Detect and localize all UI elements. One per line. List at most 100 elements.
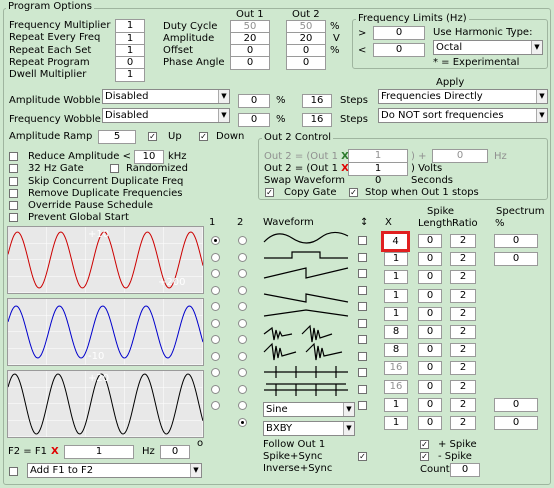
out2-wave-radio[interactable] <box>238 318 247 328</box>
out2-wave-radio[interactable] <box>238 417 247 427</box>
minus-spike-checkbox[interactable]: ✓ <box>420 452 429 461</box>
spike-length-field[interactable]: 0 <box>418 306 442 321</box>
out2-wave-radio[interactable] <box>238 285 247 295</box>
f2-hz-field[interactable]: 0 <box>160 445 190 459</box>
spike-length-field[interactable]: 0 <box>418 325 442 339</box>
x-multiplier-field[interactable]: 1 <box>384 270 408 285</box>
spike-length-field[interactable]: 0 <box>418 379 442 394</box>
gate32-checkbox[interactable] <box>9 164 18 173</box>
out1-wave-radio[interactable] <box>211 384 220 394</box>
apply-select-1[interactable]: Frequencies Directly ▼ <box>378 89 548 104</box>
spectrum-pct-field[interactable]: 0 <box>494 416 538 430</box>
spike-ratio-field[interactable]: 2 <box>450 234 476 248</box>
limit-high-field[interactable]: 0 <box>373 26 425 40</box>
spike-ratio-field[interactable]: 2 <box>450 306 476 321</box>
count-field[interactable]: 0 <box>450 463 480 477</box>
spectrum-pct-field[interactable]: 0 <box>494 397 538 412</box>
x-multiplier-field[interactable]: 1 <box>384 306 408 321</box>
x-multiplier-field[interactable]: 8 <box>384 343 408 358</box>
amp-wobble-steps-field[interactable]: 16 <box>302 94 332 108</box>
override-checkbox[interactable] <box>9 201 18 210</box>
spectrum-pct-field[interactable]: 0 <box>494 252 538 267</box>
wave-select-1[interactable]: Sine ▼ <box>263 402 355 417</box>
phase-out2-field[interactable]: 0 <box>286 56 326 70</box>
out2-mult-field[interactable]: 1 <box>348 162 408 176</box>
out1-wave-radio[interactable] <box>211 318 220 328</box>
amp-wobble-pct-field[interactable]: 0 <box>238 94 270 108</box>
spectrum-pct-field[interactable]: 0 <box>494 234 538 248</box>
out2-wave-radio[interactable] <box>238 236 247 245</box>
x-multiplier-field[interactable]: 1 <box>384 416 408 430</box>
freq-wobble-pct-field[interactable]: 0 <box>238 113 270 127</box>
out1-wave-radio[interactable] <box>211 351 220 361</box>
out1-wave-radio[interactable] <box>211 335 220 344</box>
prevent-checkbox[interactable] <box>9 213 18 222</box>
up-checkbox[interactable]: ✓ <box>148 132 157 141</box>
x-multiplier-field[interactable]: 1 <box>384 397 408 412</box>
invert-checkbox[interactable] <box>358 236 367 245</box>
spike-ratio-field[interactable]: 2 <box>450 325 476 339</box>
limit-low-field[interactable]: 0 <box>373 43 425 57</box>
out1-wave-radio[interactable] <box>211 368 220 377</box>
x-multiplier-field[interactable]: 8 <box>384 325 408 339</box>
spike-ratio-field[interactable]: 2 <box>450 397 476 412</box>
invert-checkbox[interactable] <box>358 318 367 328</box>
freq-mult-field[interactable]: 1 <box>115 19 145 33</box>
invert-checkbox[interactable] <box>358 302 367 311</box>
phase-out1-field[interactable]: 0 <box>230 56 270 70</box>
copy-gate-checkbox[interactable]: ✓ <box>265 188 274 197</box>
spike-length-field[interactable]: 0 <box>418 252 442 267</box>
spike-ratio-field[interactable]: 2 <box>450 361 476 376</box>
freq-wobble-select[interactable]: Disabled ▼ <box>102 108 230 123</box>
wave-select-2[interactable]: BXBY ▼ <box>263 421 355 436</box>
out1-wave-radio[interactable] <box>211 302 220 311</box>
spike-ratio-field[interactable]: 2 <box>450 270 476 285</box>
out2-plus-hz-field[interactable]: 0 <box>432 149 488 163</box>
invert-checkbox[interactable] <box>358 368 367 377</box>
invert-checkbox[interactable] <box>358 335 367 344</box>
out2-wave-radio[interactable] <box>238 269 247 278</box>
spike-length-field[interactable]: 0 <box>418 270 442 285</box>
spike-ratio-field[interactable]: 2 <box>450 288 476 303</box>
invert-checkbox[interactable] <box>358 285 367 295</box>
out2-wave-radio[interactable] <box>238 302 247 311</box>
out1-wave-radio[interactable] <box>211 252 220 262</box>
reduce-khz-field[interactable]: 10 <box>134 150 164 164</box>
out1-wave-radio[interactable] <box>211 401 220 410</box>
spike-length-field[interactable]: 0 <box>418 234 442 248</box>
invert-checkbox[interactable] <box>358 269 367 278</box>
dwell-field[interactable]: 1 <box>115 68 145 82</box>
invert-checkbox[interactable] <box>358 384 367 394</box>
invert-checkbox[interactable] <box>358 401 367 410</box>
spike-length-field[interactable]: 0 <box>418 397 442 412</box>
randomized-checkbox[interactable] <box>110 164 119 173</box>
add-f1-select[interactable]: Add F1 to F2 ▼ <box>27 463 202 478</box>
spike-length-field[interactable]: 0 <box>418 288 442 303</box>
invert-checkbox[interactable] <box>358 252 367 262</box>
spike-ratio-field[interactable]: 2 <box>450 343 476 358</box>
remove-dup-checkbox[interactable] <box>9 189 18 198</box>
skip-dup-checkbox[interactable] <box>9 177 18 186</box>
spike-length-field[interactable]: 0 <box>418 361 442 376</box>
out2-wave-radio[interactable] <box>238 401 247 410</box>
spike-length-field[interactable]: 0 <box>418 416 442 430</box>
out2-wave-radio[interactable] <box>238 368 247 377</box>
out2-wave-radio[interactable] <box>238 252 247 262</box>
out2-wave-radio[interactable] <box>238 351 247 361</box>
x-multiplier-field[interactable]: 1 <box>384 288 408 303</box>
x-multiplier-field[interactable]: 16 <box>384 379 408 394</box>
add-f1-checkbox[interactable] <box>9 467 18 476</box>
out1-wave-radio[interactable] <box>211 236 220 245</box>
f2-mult-field[interactable]: 1 <box>64 445 134 459</box>
apply-select-2[interactable]: Do NOT sort frequencies ▼ <box>378 108 548 123</box>
out2-wave-radio[interactable] <box>238 335 247 344</box>
freq-wobble-steps-field[interactable]: 16 <box>302 113 332 127</box>
amp-ramp-field[interactable]: 5 <box>98 130 136 144</box>
reduce-amp-checkbox[interactable] <box>9 152 18 161</box>
harm-type-select[interactable]: Octal ▼ <box>433 40 543 55</box>
x-multiplier-field[interactable]: 1 <box>384 252 408 267</box>
x-multiplier-field[interactable]: 4 <box>381 231 410 252</box>
out2-wave-radio[interactable] <box>238 384 247 394</box>
x-multiplier-field[interactable]: 16 <box>384 361 408 376</box>
out1-wave-radio[interactable] <box>211 285 220 295</box>
